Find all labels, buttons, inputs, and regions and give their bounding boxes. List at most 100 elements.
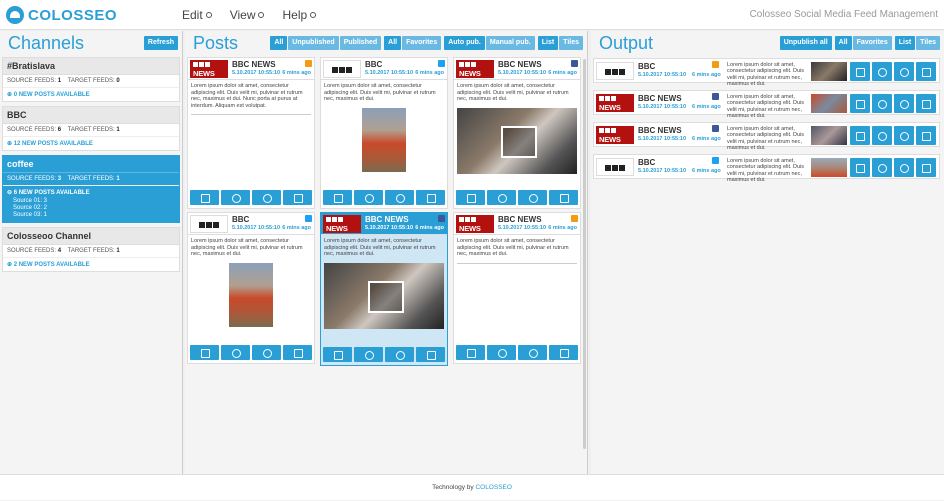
filter-unpublished[interactable]: Unpublished: [288, 36, 339, 50]
post-card[interactable]: BBC 5.10.2017 10:55:10 6 mins ago Lorem …: [320, 57, 448, 209]
edit-icon[interactable]: [850, 94, 870, 113]
post-text: Lorem ipsum dolor sit amet, consectetur …: [191, 83, 303, 109]
edit-icon[interactable]: [456, 190, 485, 205]
filter-all[interactable]: All: [834, 36, 852, 50]
checkbox-icon[interactable]: [916, 94, 936, 113]
output-row[interactable]: BBC 5.10.2017 10:55:10 6 mins ago Lorem …: [593, 58, 940, 87]
checkbox-icon[interactable]: [283, 345, 312, 360]
block-icon[interactable]: [385, 347, 414, 362]
post-source: BBC NEWS: [638, 94, 682, 103]
edit-icon[interactable]: [850, 126, 870, 145]
block-icon[interactable]: [518, 345, 547, 360]
filter-favorites[interactable]: Favorites: [402, 36, 442, 50]
view-list[interactable]: List: [894, 36, 916, 50]
heart-icon[interactable]: [221, 190, 250, 205]
edit-icon[interactable]: [190, 190, 219, 205]
post-age: 6 mins ago: [548, 70, 577, 76]
block-icon[interactable]: [894, 158, 914, 177]
heart-icon[interactable]: [872, 158, 892, 177]
filter-favorites[interactable]: Favorites: [852, 36, 892, 50]
menu-help[interactable]: Help: [282, 8, 317, 22]
post-video[interactable]: [457, 107, 577, 174]
block-icon[interactable]: [252, 345, 281, 360]
checkbox-icon[interactable]: [416, 190, 445, 205]
post-card[interactable]: NEWS BBC NEWS 5.10.2017 10:55:10 6 mins …: [187, 57, 315, 209]
block-icon[interactable]: [894, 126, 914, 145]
post-card[interactable]: NEWS BBC NEWS 5.10.2017 10:55:10 6 mins …: [453, 57, 581, 209]
channels-title: Channels: [8, 33, 85, 53]
output-row[interactable]: NEWS BBC NEWS 5.10.2017 10:55:10 6 mins …: [593, 90, 940, 119]
filter-auto-pub[interactable]: Auto pub.: [444, 36, 485, 50]
view-tiles[interactable]: Tiles: [559, 36, 583, 50]
heart-icon[interactable]: [487, 345, 516, 360]
post-thumbnail[interactable]: [811, 62, 847, 81]
footer-brand-link[interactable]: COLOSSEO: [475, 484, 511, 491]
heart-icon[interactable]: [872, 94, 892, 113]
filter-all[interactable]: All: [270, 36, 288, 50]
posts-scrollbar[interactable]: [583, 59, 586, 449]
heart-icon[interactable]: [872, 126, 892, 145]
edit-icon[interactable]: [190, 345, 219, 360]
logo-text: COLOSSEO: [28, 6, 118, 24]
post-actions: [190, 190, 312, 205]
checkbox-icon[interactable]: [916, 158, 936, 177]
view-tiles[interactable]: Tiles: [916, 36, 940, 50]
post-image[interactable]: [362, 107, 406, 172]
checkbox-icon[interactable]: [549, 190, 578, 205]
block-icon[interactable]: [252, 190, 281, 205]
checkbox-icon[interactable]: [549, 345, 578, 360]
post-card[interactable]: NEWS BBC NEWS 5.10.2017 10:55:10 6 mins …: [453, 212, 581, 364]
post-card[interactable]: BBC 5.10.2017 10:55:10 6 mins ago Lorem …: [187, 212, 315, 364]
channel-item[interactable]: BBC SOURCE FEEDS: 6 TARGET FEEDS: 1 ⊕ 12…: [2, 106, 180, 151]
view-list[interactable]: List: [537, 36, 559, 50]
heart-icon[interactable]: [221, 345, 250, 360]
app-logo[interactable]: COLOSSEO: [6, 6, 117, 24]
post-thumbnail[interactable]: [811, 94, 847, 113]
footer-prefix: Technology by: [432, 484, 474, 491]
block-icon[interactable]: [518, 190, 547, 205]
edit-icon[interactable]: [850, 158, 870, 177]
heart-icon[interactable]: [354, 190, 383, 205]
checkbox-icon[interactable]: [416, 347, 445, 362]
heart-icon[interactable]: [872, 62, 892, 81]
channel-item[interactable]: #Bratislava SOURCE FEEDS: 1 TARGET FEEDS…: [2, 57, 180, 102]
edit-icon[interactable]: [850, 62, 870, 81]
bbc-news-logo: NEWS: [456, 60, 494, 78]
menu-view[interactable]: View: [230, 8, 265, 22]
block-icon[interactable]: [894, 62, 914, 81]
new-posts-link[interactable]: ⊕ 2 NEW POSTS AVAILABLE: [3, 258, 179, 271]
menu-edit[interactable]: Edit: [182, 8, 212, 22]
unpublish-all-button[interactable]: Unpublish all: [779, 36, 832, 50]
channel-item-active[interactable]: coffee SOURCE FEEDS: 3 TARGET FEEDS: 1 ⊖…: [2, 155, 180, 223]
output-row[interactable]: BBC 5.10.2017 10:55:10 6 mins ago Lorem …: [593, 154, 940, 183]
menu-help-label: Help: [282, 8, 308, 22]
new-posts-link[interactable]: ⊖ 6 NEW POSTS AVAILABLE: [3, 186, 179, 198]
filter-manual-pub[interactable]: Manual pub.: [485, 36, 535, 50]
heart-icon[interactable]: [487, 190, 516, 205]
new-posts-link[interactable]: ⊕ 12 NEW POSTS AVAILABLE: [3, 137, 179, 150]
edit-icon[interactable]: [323, 347, 352, 362]
channel-name: Colosseoo Channel: [3, 228, 179, 245]
heart-icon[interactable]: [354, 347, 383, 362]
app-title: Colosseo Social Media Feed Management: [749, 9, 938, 20]
post-date: 5.10.2017 10:55:10: [638, 168, 687, 174]
checkbox-icon[interactable]: [283, 190, 312, 205]
checkbox-icon[interactable]: [916, 126, 936, 145]
post-text: Lorem ipsum dolor sit amet, consectetur …: [324, 238, 436, 258]
checkbox-icon[interactable]: [916, 62, 936, 81]
channel-item[interactable]: Colosseoo Channel SOURCE FEEDS: 4 TARGET…: [2, 227, 180, 272]
new-posts-link[interactable]: ⊕ 0 NEW POSTS AVAILABLE: [3, 88, 179, 101]
post-image[interactable]: [229, 262, 273, 327]
filter-published[interactable]: Published: [339, 36, 382, 50]
block-icon[interactable]: [385, 190, 414, 205]
output-row[interactable]: NEWS BBC NEWS 5.10.2017 10:55:10 6 mins …: [593, 122, 940, 151]
post-card-selected[interactable]: NEWS BBC NEWS 5.10.2017 10:55:10 6 mins …: [320, 212, 448, 366]
edit-icon[interactable]: [323, 190, 352, 205]
block-icon[interactable]: [894, 94, 914, 113]
post-thumbnail[interactable]: [811, 126, 847, 145]
refresh-button[interactable]: Refresh: [143, 36, 178, 50]
filter-all-favorites[interactable]: All: [384, 36, 402, 50]
edit-icon[interactable]: [456, 345, 485, 360]
post-video[interactable]: [324, 262, 444, 329]
post-thumbnail[interactable]: [811, 158, 847, 177]
